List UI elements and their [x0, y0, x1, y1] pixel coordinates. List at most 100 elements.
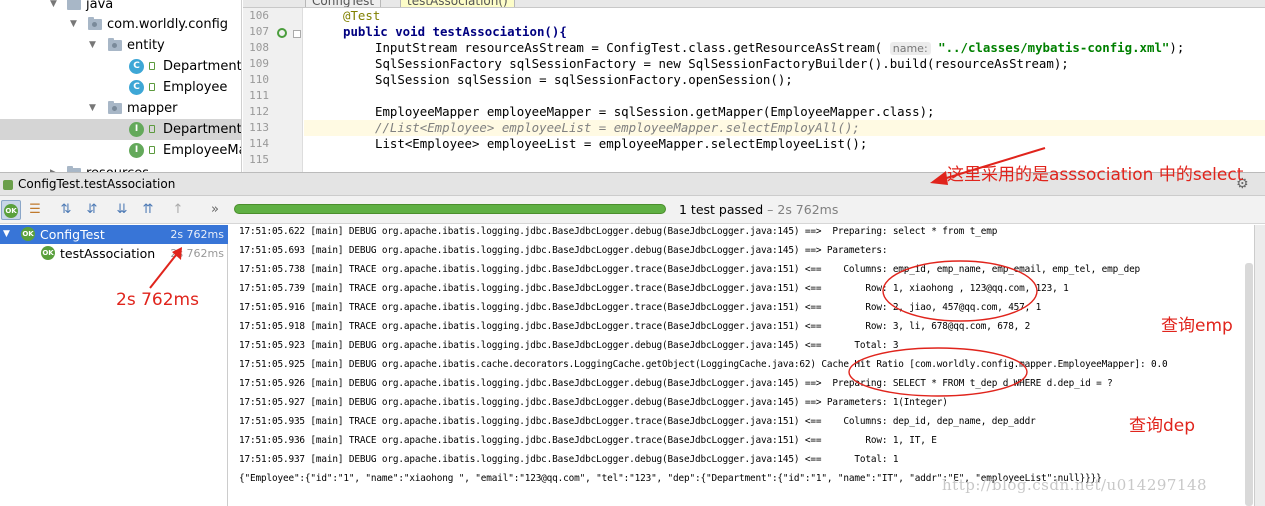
chevron-down-icon[interactable]: ▼ — [89, 35, 96, 56]
ok-icon: OK — [41, 246, 55, 260]
line-gutter: 106 107 108 109 110 111 112 113 114 115 — [243, 8, 303, 172]
association-note: 这里采用的是asssociation 中的select — [947, 165, 1244, 185]
test-node-configtest[interactable]: ▼ OK ConfigTest 2s 762ms — [0, 225, 228, 244]
tree-item-employee-mapper[interactable]: I EmployeeMapper — [0, 140, 241, 161]
lock-icon — [149, 62, 155, 70]
tree-item-department-mapper[interactable]: I DepartmentMapper — [0, 119, 241, 140]
log-line: 17:51:05.937 [main] DEBUG org.apache.iba… — [239, 454, 899, 465]
code-line: SqlSession sqlSession = sqlSessionFactor… — [375, 72, 793, 87]
code-line: SqlSessionFactory sqlSessionFactory = ne… — [375, 56, 1069, 71]
param-hint: name: — [889, 42, 931, 55]
line-number: 113 — [249, 121, 269, 134]
lock-icon — [149, 83, 155, 91]
show-ignored-button[interactable]: ☰ — [25, 200, 45, 220]
tree-item-mapper[interactable]: ▼ mapper — [0, 98, 241, 119]
log-line: 17:51:05.923 [main] DEBUG org.apache.iba… — [239, 340, 899, 351]
class-icon: C — [129, 59, 144, 74]
lock-icon — [149, 146, 155, 154]
test-node-label: testAssociation — [60, 246, 156, 261]
tree-item-resources[interactable]: ▶ resources — [0, 163, 241, 172]
line-number: 107 — [249, 25, 269, 38]
previous-failed-icon[interactable]: ↑ — [168, 200, 188, 220]
log-line: 17:51:05.739 [main] TRACE org.apache.iba… — [239, 283, 1069, 294]
class-icon: C — [129, 80, 144, 95]
test-runner-toolbar: OK ☰ ⇅ ⇵ ⇊ ⇈ ↑ » 1 test passed – 2s 762m… — [0, 196, 1265, 224]
watermark: http://blog.csdn.net/u014297148 — [942, 476, 1208, 494]
tab-configtest[interactable]: ConfigTest — [305, 0, 382, 7]
more-actions-icon[interactable]: » — [205, 200, 225, 220]
run-icon — [3, 180, 13, 190]
editor-tabs: ConfigTest testAssociation() — [243, 0, 1265, 8]
log-line: 17:51:05.935 [main] TRACE org.apache.iba… — [239, 416, 1036, 427]
tree-item-employee[interactable]: C Employee — [0, 77, 241, 98]
code-line: @Test — [343, 8, 381, 23]
test-results-tree: ▼ OK ConfigTest 2s 762ms OK testAssociat… — [0, 225, 228, 506]
code-line: EmployeeMapper employeeMapper = sqlSessi… — [375, 104, 935, 119]
package-icon — [108, 101, 122, 114]
test-node-time: 2s 762ms — [170, 247, 224, 260]
run-window-title: ConfigTest.testAssociation — [18, 177, 176, 191]
test-node-testassociation[interactable]: OK testAssociation 2s 762ms — [0, 244, 228, 263]
log-line: 17:51:05.927 [main] DEBUG org.apache.iba… — [239, 397, 948, 408]
code-line: List<Employee> employeeList = employeeMa… — [375, 136, 868, 151]
time-note: 2s 762ms — [116, 290, 199, 310]
log-line: 17:51:05.916 [main] TRACE org.apache.iba… — [239, 302, 1042, 313]
console-output[interactable]: 17:51:05.622 [main] DEBUG org.apache.iba… — [229, 225, 1253, 506]
test-progress-bar — [234, 204, 666, 214]
sort-duration-icon[interactable]: ⇵ — [82, 200, 102, 220]
run-test-icon[interactable] — [277, 28, 287, 38]
line-number: 110 — [249, 73, 269, 86]
emp-note: 查询emp — [1161, 316, 1233, 336]
tree-item-department[interactable]: C Department — [0, 56, 241, 77]
status-duration: – 2s 762ms — [767, 202, 839, 217]
package-icon — [88, 17, 102, 30]
fold-icon[interactable] — [293, 30, 301, 38]
string-literal: "../classes/mybatis-config.xml" — [938, 40, 1170, 55]
test-status: 1 test passed – 2s 762ms — [679, 202, 838, 217]
lock-icon — [149, 125, 155, 133]
tree-item-entity[interactable]: ▼ entity — [0, 35, 241, 56]
code-line: InputStream resourceAsStream = ConfigTes… — [375, 40, 1184, 56]
package-icon — [108, 38, 122, 51]
code-line-current: //List<Employee> employeeList = employee… — [304, 120, 1265, 136]
line-number: 109 — [249, 57, 269, 70]
log-line: 17:51:05.693 [main] DEBUG org.apache.iba… — [239, 245, 893, 256]
show-passed-button[interactable]: OK — [1, 200, 21, 220]
sort-alpha-icon[interactable]: ⇅ — [56, 200, 76, 220]
log-line: 17:51:05.918 [main] TRACE org.apache.iba… — [239, 321, 1031, 332]
code-line: public void testAssociation(){ — [343, 24, 567, 39]
status-text: 1 test passed — [679, 202, 764, 217]
chevron-down-icon[interactable]: ▼ — [70, 14, 77, 35]
test-node-label: ConfigTest — [40, 227, 105, 242]
interface-icon: I — [129, 122, 144, 137]
tree-item-config-package[interactable]: ▼ com.worldly.config — [0, 14, 241, 35]
tab-testassociation[interactable]: testAssociation() — [400, 0, 515, 7]
chevron-down-icon[interactable]: ▼ — [3, 225, 10, 244]
line-number: 108 — [249, 41, 269, 54]
chevron-right-icon[interactable]: ▶ — [50, 163, 57, 172]
dep-note: 查询dep — [1129, 416, 1196, 436]
line-number: 115 — [249, 153, 269, 166]
ok-icon: OK — [21, 227, 35, 241]
code-text: InputStream resourceAsStream = ConfigTes… — [375, 40, 883, 55]
interface-icon: I — [129, 143, 144, 158]
right-tool-strip — [1254, 225, 1265, 506]
project-tree: ▼ java ▼ com.worldly.config ▼ entity C D… — [0, 0, 242, 172]
ok-icon: OK — [4, 203, 18, 218]
code-text: ); — [1169, 40, 1185, 55]
line-number: 111 — [249, 89, 269, 102]
expand-all-icon[interactable]: ⇊ — [112, 200, 132, 220]
console-scrollbar[interactable] — [1245, 263, 1253, 506]
log-line: 17:51:05.926 [main] DEBUG org.apache.iba… — [239, 378, 1113, 389]
line-number: 114 — [249, 137, 269, 150]
collapse-all-icon[interactable]: ⇈ — [138, 200, 158, 220]
chevron-down-icon[interactable]: ▼ — [50, 0, 57, 15]
tree-item-java[interactable]: ▼ java — [0, 0, 241, 15]
log-line: 17:51:05.738 [main] TRACE org.apache.iba… — [239, 264, 1141, 275]
folder-icon — [67, 0, 81, 10]
chevron-down-icon[interactable]: ▼ — [89, 98, 96, 119]
log-line: 17:51:05.936 [main] TRACE org.apache.iba… — [239, 435, 937, 446]
test-node-time: 2s 762ms — [170, 228, 224, 241]
code-editor[interactable]: ConfigTest testAssociation() 106 107 108… — [243, 0, 1265, 172]
line-number: 106 — [249, 9, 269, 22]
